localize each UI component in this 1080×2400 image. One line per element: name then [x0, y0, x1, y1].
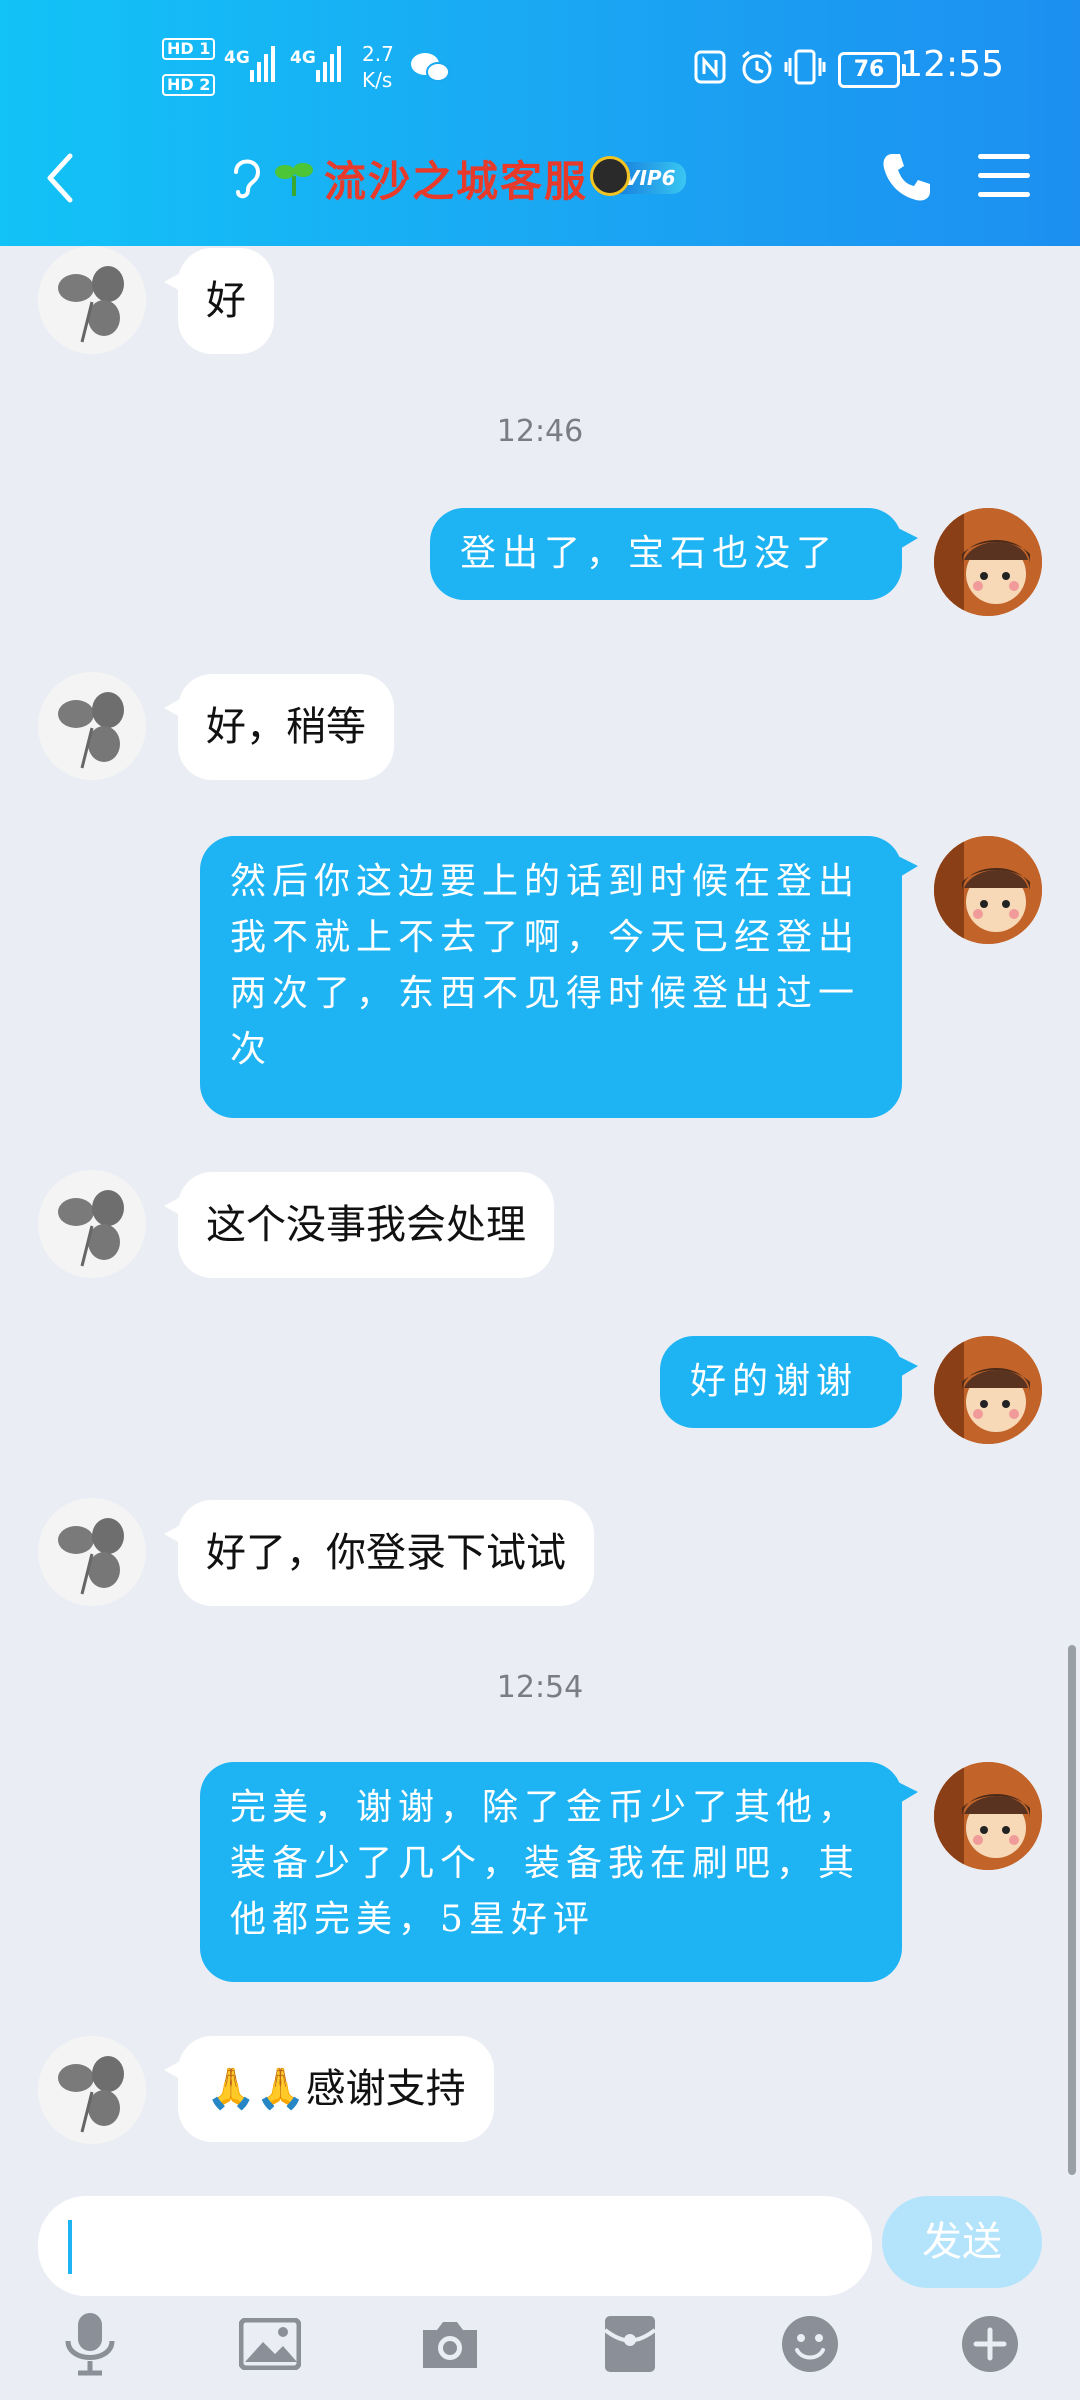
- agent-avatar[interactable]: [38, 1498, 146, 1606]
- microphone-icon: [65, 2313, 115, 2376]
- nfc-icon: [694, 50, 726, 84]
- net-speed-unit: K/s: [362, 68, 393, 92]
- message-bubble[interactable]: 完美，谢谢，除了金币少了其他，装备少了几个，装备我在刷吧，其他都完美，5星好评: [200, 1762, 918, 1982]
- timestamp: 12:46: [496, 414, 584, 449]
- message-bubble[interactable]: 好的谢谢: [660, 1336, 918, 1428]
- back-button[interactable]: [40, 150, 80, 206]
- message-bubble[interactable]: 然后你这边要上的话到时候在登出我不就上不去了啊，今天已经登出两次了，东西不见得时…: [200, 836, 918, 1118]
- user-avatar[interactable]: [934, 1762, 1042, 1870]
- camera-icon: [423, 2322, 477, 2368]
- network-type-1: 4G: [224, 48, 250, 68]
- input-bar: 发送: [0, 2180, 1080, 2400]
- hd2-badge: HD 2: [162, 74, 216, 96]
- emoji-icon: [782, 2316, 838, 2372]
- text-cursor: [68, 2220, 72, 2274]
- voice-button[interactable]: [50, 2304, 130, 2384]
- photo-button[interactable]: [230, 2304, 310, 2384]
- agent-avatar[interactable]: [38, 672, 146, 780]
- message-bubble[interactable]: 好，稍等: [164, 674, 394, 780]
- user-avatar[interactable]: [934, 508, 1042, 616]
- pray-emoji: 🙏🙏: [206, 2066, 306, 2112]
- more-button[interactable]: [950, 2304, 1030, 2384]
- message-input[interactable]: [38, 2196, 872, 2296]
- user-avatar[interactable]: [934, 836, 1042, 944]
- red-packet-button[interactable]: [590, 2304, 670, 2384]
- user-avatar[interactable]: [934, 1336, 1042, 1444]
- chat-header: HD 1 HD 2 4G 4G 2.7 K/s 76 12:55 流沙之城客服 …: [0, 0, 1080, 246]
- sprout-icon: [275, 163, 313, 196]
- timestamp: 12:54: [496, 1670, 584, 1705]
- chat-title-area[interactable]: 流沙之城客服 VIP6: [228, 146, 686, 210]
- agent-avatar[interactable]: [38, 246, 146, 354]
- signal-icon-2: [316, 42, 341, 82]
- message-bubble[interactable]: 这个没事我会处理: [164, 1172, 554, 1278]
- image-icon: [239, 2318, 301, 2370]
- message-bubble[interactable]: 登出了，宝石也没了: [430, 508, 918, 600]
- menu-button[interactable]: [978, 154, 1030, 200]
- alarm-icon: [742, 50, 772, 84]
- wechat-icon: [411, 53, 450, 82]
- message-bubble[interactable]: 好了，你登录下试试: [164, 1500, 594, 1606]
- agent-avatar[interactable]: [38, 2036, 146, 2144]
- status-bar: HD 1 HD 2 4G 4G 2.7 K/s 76 12:55: [0, 0, 1080, 140]
- plus-icon: [962, 2316, 1018, 2372]
- agent-avatar[interactable]: [38, 1170, 146, 1278]
- camera-button[interactable]: [410, 2304, 490, 2384]
- status-time: 12:55: [900, 44, 1004, 85]
- vip-badge: VIP6: [590, 156, 686, 196]
- message-bubble[interactable]: 🙏🙏感谢支持: [164, 2036, 494, 2142]
- hd1-badge: HD 1: [162, 38, 216, 60]
- message-text: 感谢支持: [305, 2066, 466, 2112]
- signal-icon-1: [250, 42, 275, 82]
- emoji-button[interactable]: [770, 2304, 850, 2384]
- message-bubble[interactable]: 好: [164, 248, 274, 354]
- battery-icon: 76: [838, 52, 906, 88]
- vibrate-icon: [784, 49, 826, 85]
- network-type-2: 4G: [290, 48, 316, 68]
- red-packet-icon: [603, 2316, 657, 2372]
- chat-title: 流沙之城客服: [324, 156, 589, 206]
- phone-call-button[interactable]: [880, 150, 934, 204]
- scrollbar[interactable]: [1068, 1645, 1076, 2175]
- ear-icon: [234, 159, 261, 199]
- send-button[interactable]: 发送: [882, 2196, 1042, 2288]
- net-speed-value: 2.7: [362, 42, 394, 66]
